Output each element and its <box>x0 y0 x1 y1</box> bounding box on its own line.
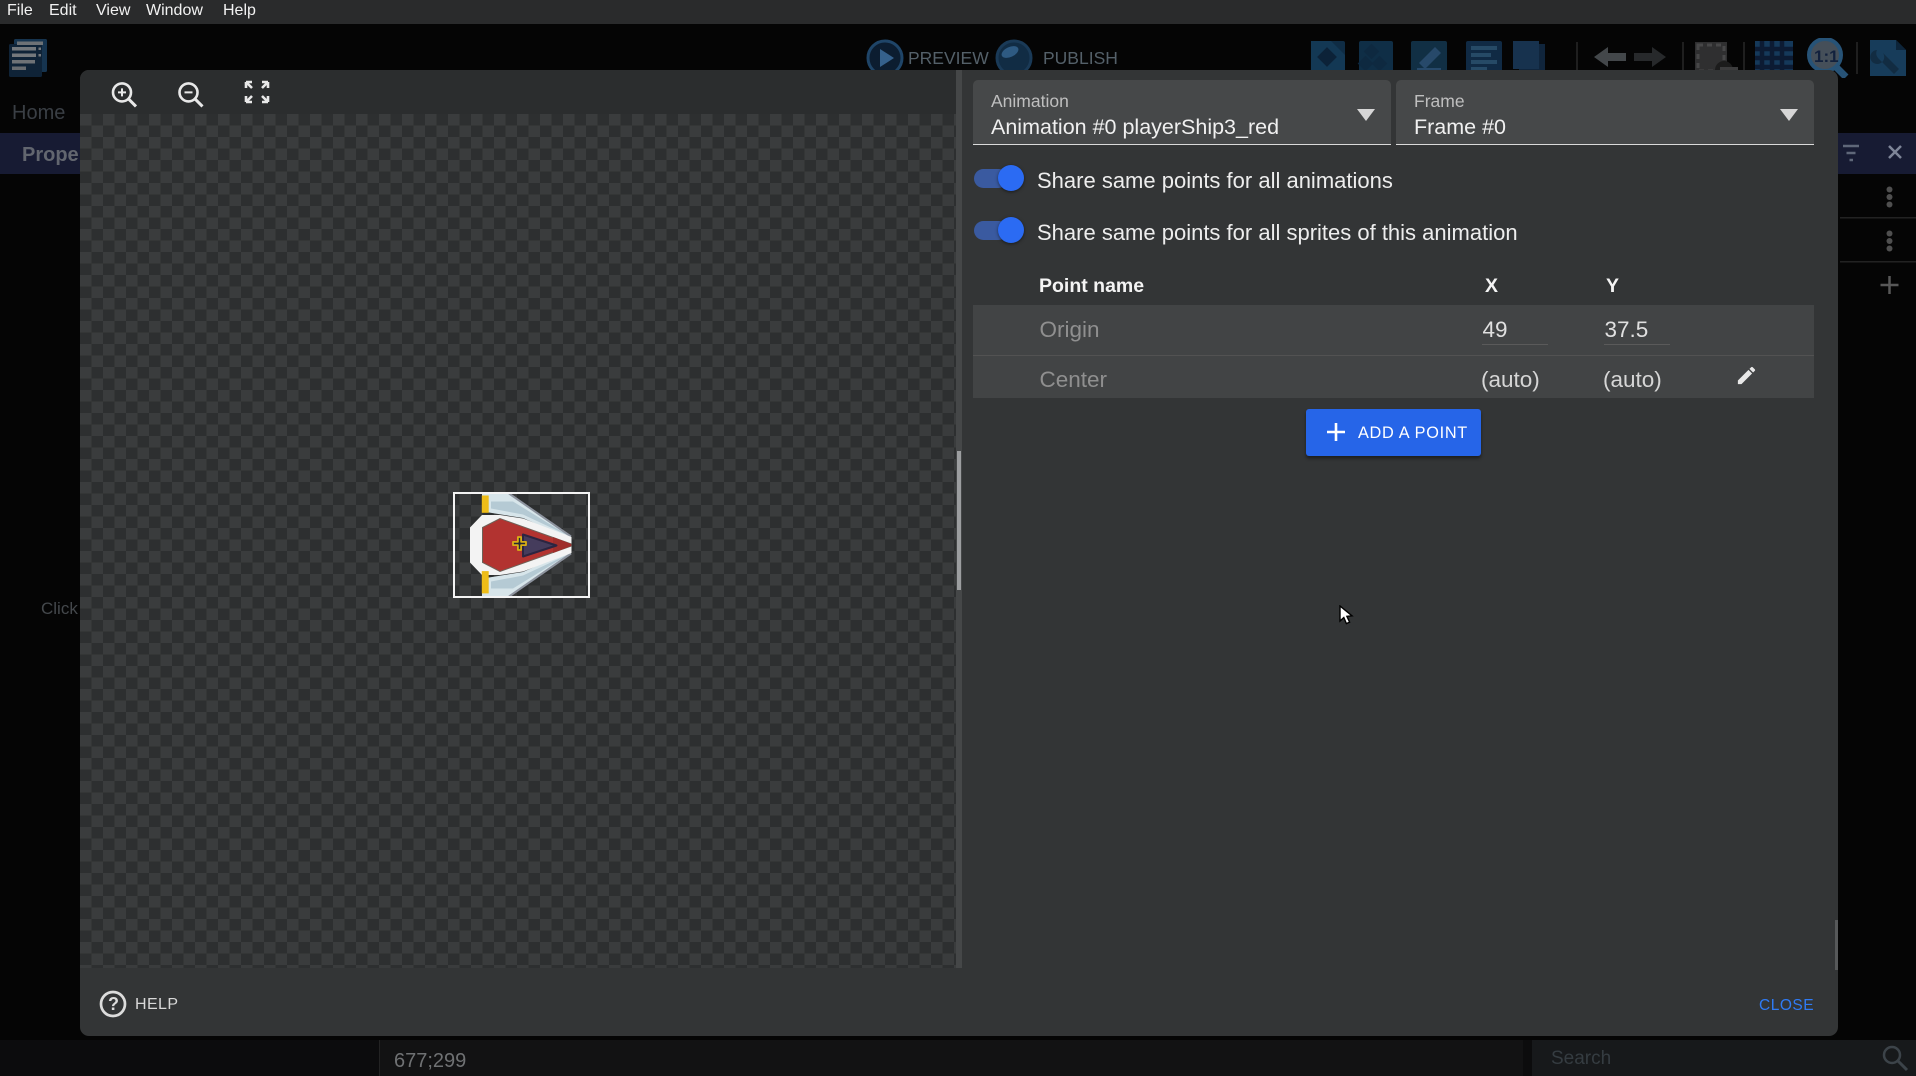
svg-text:1:1: 1:1 <box>1814 47 1839 66</box>
svg-text:?: ? <box>108 994 119 1014</box>
